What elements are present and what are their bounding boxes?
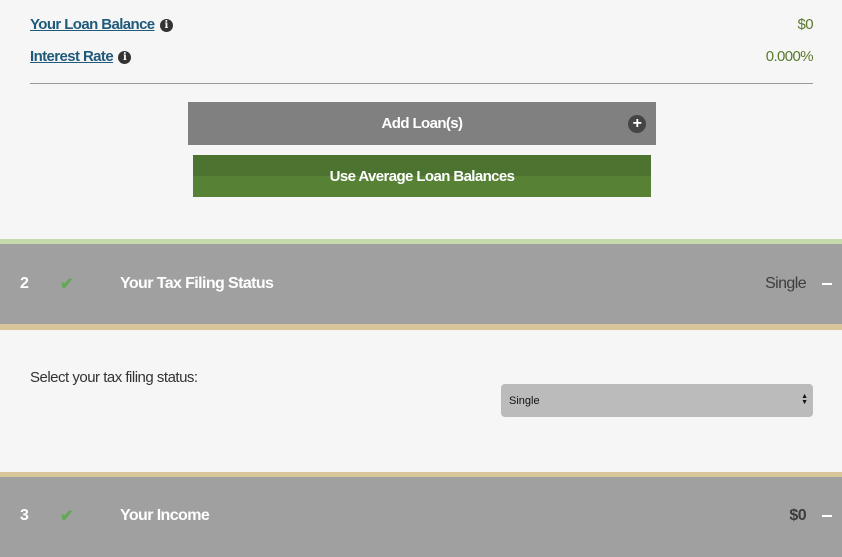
check-icon: ✔ xyxy=(60,508,73,525)
info-icon[interactable]: i xyxy=(118,51,132,64)
selected-value: Single xyxy=(509,394,540,407)
interest-rate-row: Interest Rate i 0.000% xyxy=(30,48,814,65)
select-arrows-icon: ▲ ▼ xyxy=(801,393,808,406)
loan-balance-row: Your Loan Balance i $0 xyxy=(30,16,814,33)
use-average-button[interactable]: Use Average Loan Balances xyxy=(193,155,651,197)
interest-rate-value: 0.000% xyxy=(765,48,814,65)
loan-balance-value: $0 xyxy=(797,16,814,33)
add-loan-button[interactable]: Add Loan(s) + xyxy=(188,102,656,145)
divider xyxy=(30,83,813,84)
collapse-icon[interactable]: – xyxy=(821,505,832,528)
divider xyxy=(0,324,842,330)
add-loan-label: Add Loan(s) xyxy=(381,115,463,132)
section-number: 3 xyxy=(20,507,29,524)
filing-status-select[interactable]: Single ▲ ▼ xyxy=(501,384,813,417)
section-title: Your Tax Filing Status xyxy=(120,275,274,292)
loan-balance-link[interactable]: Your Loan Balance xyxy=(30,16,155,33)
collapse-icon[interactable]: – xyxy=(821,273,832,296)
section-header-income[interactable]: 3 ✔ Your Income $0 – xyxy=(0,477,842,557)
section-title: Your Income xyxy=(120,507,210,524)
filing-status-label: Select your tax filing status: xyxy=(30,369,198,386)
plus-icon: + xyxy=(628,115,646,133)
info-icon[interactable]: i xyxy=(159,19,173,32)
check-icon: ✔ xyxy=(60,276,73,293)
section-summary: Single xyxy=(765,275,806,292)
section-summary: $0 xyxy=(789,507,806,524)
section-number: 2 xyxy=(20,275,29,292)
interest-rate-link[interactable]: Interest Rate xyxy=(30,48,114,65)
section-header-tax-status[interactable]: 2 ✔ Your Tax Filing Status Single – xyxy=(0,244,842,324)
